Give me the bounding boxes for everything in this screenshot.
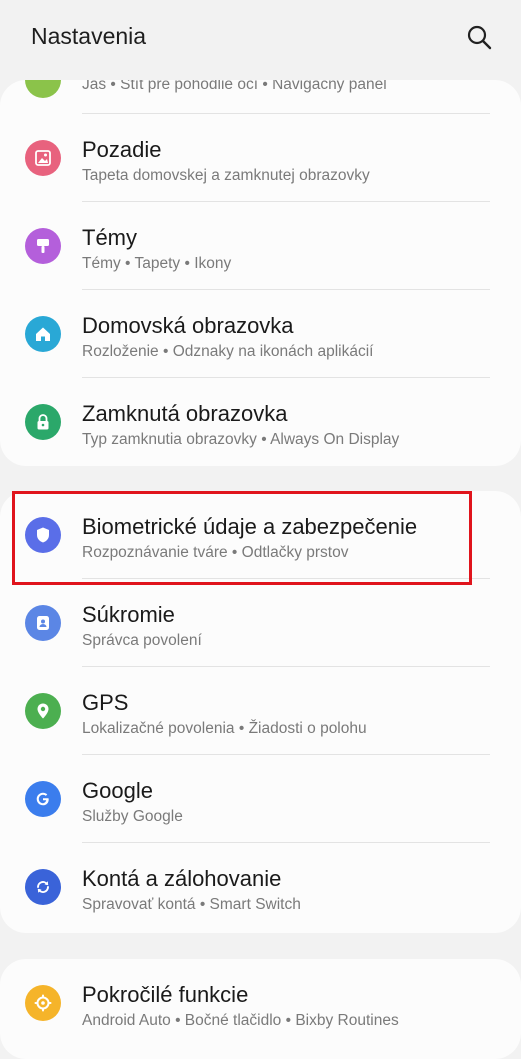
settings-card-advanced: Pokročilé funkcie Android Auto • Bočné t… — [0, 959, 521, 1059]
settings-item-label: Kontá a zálohovanie — [82, 866, 282, 891]
settings-item-subtitle: Rozloženie • Odznaky na ikonách aplikáci… — [82, 343, 374, 360]
shield-icon — [25, 517, 61, 553]
settings-item-label: Témy — [82, 225, 137, 250]
settings-item-subtitle: Témy • Tapety • Ikony — [82, 255, 232, 272]
settings-item-home-screen[interactable]: Domovská obrazovka Rozloženie • Odznaky … — [0, 290, 521, 378]
settings-item-label: Biometrické údaje a zabezpečenie — [82, 514, 418, 539]
settings-item-subtitle: Správca povolení — [82, 632, 202, 649]
privacy-icon — [25, 605, 61, 641]
settings-item-subtitle: Android Auto • Bočné tlačidlo • Bixby Ro… — [82, 1012, 399, 1029]
advanced-features-icon — [25, 985, 61, 1021]
settings-item-label: Pozadie — [82, 137, 162, 162]
settings-item-label: Google — [82, 778, 153, 803]
settings-item-label: Súkromie — [82, 602, 175, 627]
settings-item-privacy[interactable]: Súkromie Správca povolení — [0, 579, 521, 667]
settings-item-label: Pokročilé funkcie — [82, 982, 249, 1007]
settings-item-wallpaper[interactable]: Pozadie Tapeta domovskej a zamknutej obr… — [0, 114, 521, 202]
home-icon — [25, 316, 61, 352]
settings-item-advanced-features[interactable]: Pokročilé funkcie Android Auto • Bočné t… — [0, 959, 521, 1047]
settings-item-lock-screen[interactable]: Zamknutá obrazovka Typ zamknutia obrazov… — [0, 378, 521, 466]
settings-item-subtitle: Lokalizačné povolenia • Žiadosti o poloh… — [82, 720, 367, 737]
settings-item-gps[interactable]: GPS Lokalizačné povolenia • Žiadosti o p… — [0, 667, 521, 755]
settings-item-subtitle: Typ zamknutia obrazovky • Always On Disp… — [82, 431, 400, 448]
display-icon — [25, 80, 61, 98]
settings-item-display-partial[interactable]: Jas • Štít pre pohodlie očí • Navigačný … — [0, 80, 521, 114]
themes-icon — [25, 228, 61, 264]
wallpaper-icon — [25, 140, 61, 176]
settings-item-accounts-backup[interactable]: Kontá a zálohovanie Spravovať kontá • Sm… — [0, 843, 521, 931]
settings-item-subtitle: Služby Google — [82, 808, 183, 825]
settings-item-subtitle: Jas • Štít pre pohodlie očí • Navigačný … — [82, 80, 387, 93]
google-icon — [25, 781, 61, 817]
page-title: Nastavenia — [31, 23, 147, 49]
settings-item-biometrics-security[interactable]: Biometrické údaje a zabezpečenie Rozpozn… — [0, 491, 521, 579]
app-header: Nastavenia — [0, 0, 521, 76]
settings-item-subtitle: Tapeta domovskej a zamknutej obrazovky — [82, 167, 370, 184]
settings-item-label: Domovská obrazovka — [82, 313, 294, 338]
lock-icon — [25, 404, 61, 440]
settings-item-subtitle: Rozpoznávanie tváre • Odtlačky prstov — [82, 544, 349, 561]
settings-item-label: GPS — [82, 690, 129, 715]
search-icon[interactable] — [466, 24, 492, 50]
settings-item-subtitle: Spravovať kontá • Smart Switch — [82, 896, 301, 913]
settings-item-label: Zamknutá obrazovka — [82, 401, 288, 426]
sync-icon — [25, 869, 61, 905]
location-pin-icon — [25, 693, 61, 729]
settings-item-google[interactable]: Google Služby Google — [0, 755, 521, 843]
settings-item-themes[interactable]: Témy Témy • Tapety • Ikony — [0, 202, 521, 290]
settings-card-display: Jas • Štít pre pohodlie očí • Navigačný … — [0, 80, 521, 466]
settings-card-security: Biometrické údaje a zabezpečenie Rozpozn… — [0, 491, 521, 933]
